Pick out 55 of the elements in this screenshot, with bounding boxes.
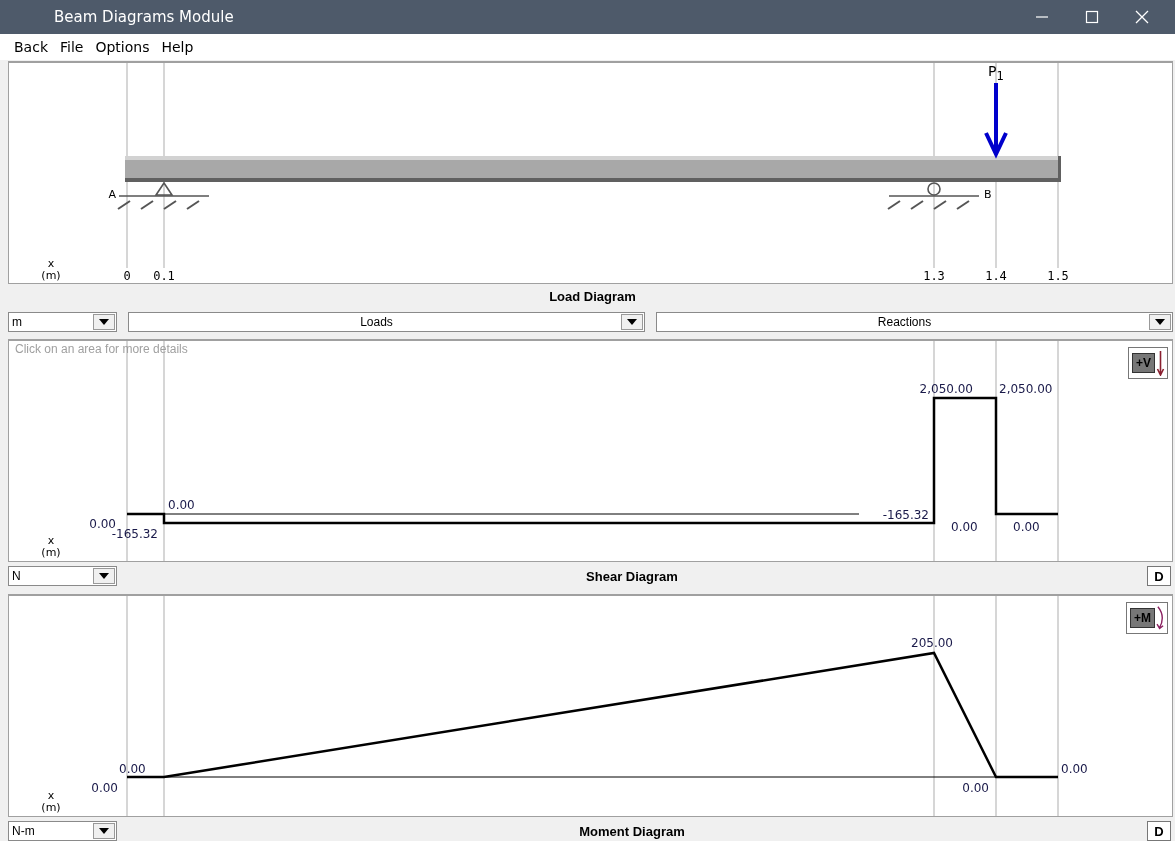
support-label: B	[984, 188, 992, 201]
value-label: 2,050.00	[999, 382, 1053, 396]
value-label: 0.00	[168, 498, 195, 512]
axis-label: x	[47, 257, 55, 270]
value-label: 0.00	[962, 781, 989, 795]
tick-label: 1.4	[985, 269, 1007, 283]
caret-icon	[1155, 318, 1165, 325]
tick-label: 1.5	[1047, 269, 1069, 283]
unit-dropdown[interactable]: N-m	[8, 821, 117, 841]
value-label: 0.00	[1013, 520, 1040, 534]
roller-support-icon	[887, 182, 980, 210]
sign-convention-button[interactable]: +V	[1128, 347, 1168, 379]
axis-label: x	[47, 789, 55, 802]
tick-label: 1.3	[923, 269, 945, 283]
value-label: -165.32	[882, 508, 929, 522]
maximize-icon[interactable]	[1085, 10, 1099, 24]
value-label: 0.00	[951, 520, 978, 534]
load-label: P$_{1}$	[988, 63, 1005, 84]
caret-icon	[627, 318, 637, 325]
diagram-title: Shear Diagram	[585, 568, 679, 584]
support-label: A	[108, 188, 116, 201]
reactions-dropdown[interactable]: Reactions	[656, 311, 1173, 332]
hint-text: Click on an area for more details	[15, 342, 188, 356]
menu-item[interactable]: Options	[95, 39, 150, 55]
value-label: 2,050.00	[919, 382, 973, 396]
pin-support-icon	[117, 181, 210, 210]
value-label: 0.00	[1061, 762, 1088, 776]
axis-unit: (m)	[41, 269, 61, 282]
caret-icon	[99, 573, 109, 579]
loads-dropdown[interactable]: Loads	[128, 311, 645, 332]
sign-convention-button[interactable]: +M	[1126, 602, 1168, 634]
menu-item[interactable]: File	[60, 39, 84, 55]
details-button[interactable]: D	[1147, 821, 1171, 841]
diagram-title: Moment Diagram	[578, 823, 686, 839]
menu-item[interactable]: Back	[14, 39, 48, 55]
tick-label: 0	[123, 269, 131, 283]
arrow-icon	[984, 83, 1008, 159]
down-arrow-icon	[1156, 350, 1165, 376]
axis-unit: (m)	[41, 801, 61, 814]
value-label: 0.00	[119, 762, 146, 776]
unit-dropdown[interactable]: m	[8, 311, 117, 332]
tick-label: 0.1	[153, 269, 175, 283]
value-label: 205.00	[911, 636, 953, 650]
axis-label: x	[47, 534, 55, 547]
caret-icon	[99, 828, 109, 834]
close-icon[interactable]	[1135, 10, 1149, 24]
window-title: Beam Diagrams Module	[54, 8, 234, 26]
unit-dropdown[interactable]: N	[8, 566, 117, 586]
axis-unit: (m)	[41, 546, 61, 559]
caret-icon	[99, 318, 109, 325]
diagram-title: Load Diagram	[549, 288, 636, 304]
value-label: 0.00	[91, 781, 118, 795]
menu-item[interactable]: Help	[161, 39, 194, 55]
curved-arrow-icon	[1156, 605, 1165, 631]
details-button[interactable]: D	[1147, 566, 1171, 586]
